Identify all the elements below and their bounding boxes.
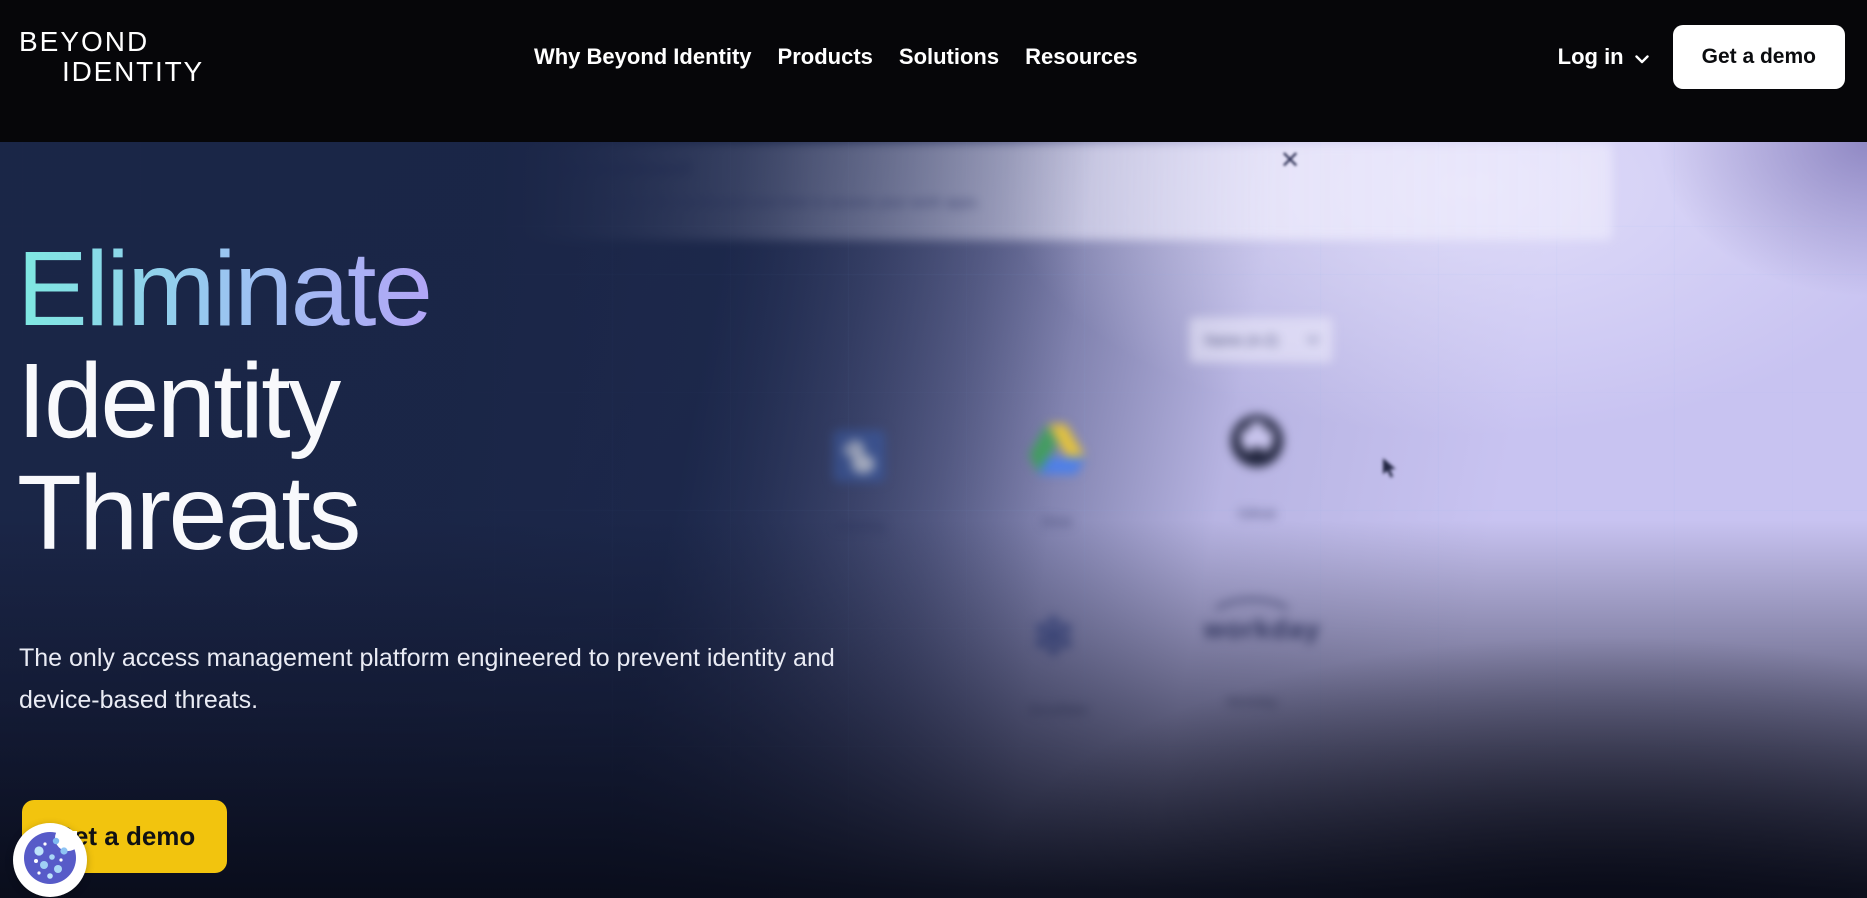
get-a-demo-button[interactable]: Get a demo (1673, 25, 1845, 89)
login-menu[interactable]: Log in (1558, 44, 1649, 70)
hero-heading-line-threats: Threats (17, 457, 430, 569)
beyond-identity-logo[interactable]: BEYOND IDENTITY (19, 27, 204, 87)
top-navigation-bar: BEYOND IDENTITY Why Beyond Identity Prod… (0, 0, 1867, 142)
cookie-icon (23, 831, 77, 890)
main-nav: Why Beyond Identity Products Solutions R… (534, 44, 1138, 70)
mouse-cursor-icon (1383, 458, 1398, 484)
logo-line-2: IDENTITY (62, 57, 204, 87)
nav-item-resources[interactable]: Resources (1025, 44, 1138, 70)
cookie-consent-widget[interactable] (13, 823, 87, 897)
header-actions: Log in Get a demo (1558, 25, 1845, 89)
nav-item-products[interactable]: Products (778, 44, 873, 70)
banner-close-icon[interactable]: ✕ (1280, 146, 1300, 175)
hero-heading-line-eliminate: Eliminate (17, 233, 430, 345)
hero-heading: Eliminate Identity Threats (17, 233, 430, 569)
hero-section: app dashboard! log into this dashboard n… (0, 142, 1867, 898)
logo-line-1: BEYOND (19, 26, 149, 57)
nav-item-solutions[interactable]: Solutions (899, 44, 999, 70)
hero-subheading: The only access management platform engi… (19, 637, 864, 721)
hero-heading-line-identity: Identity (17, 345, 430, 457)
nav-item-why-beyond-identity[interactable]: Why Beyond Identity (534, 44, 752, 70)
chevron-down-icon (1635, 44, 1649, 70)
login-label: Log in (1558, 44, 1624, 70)
